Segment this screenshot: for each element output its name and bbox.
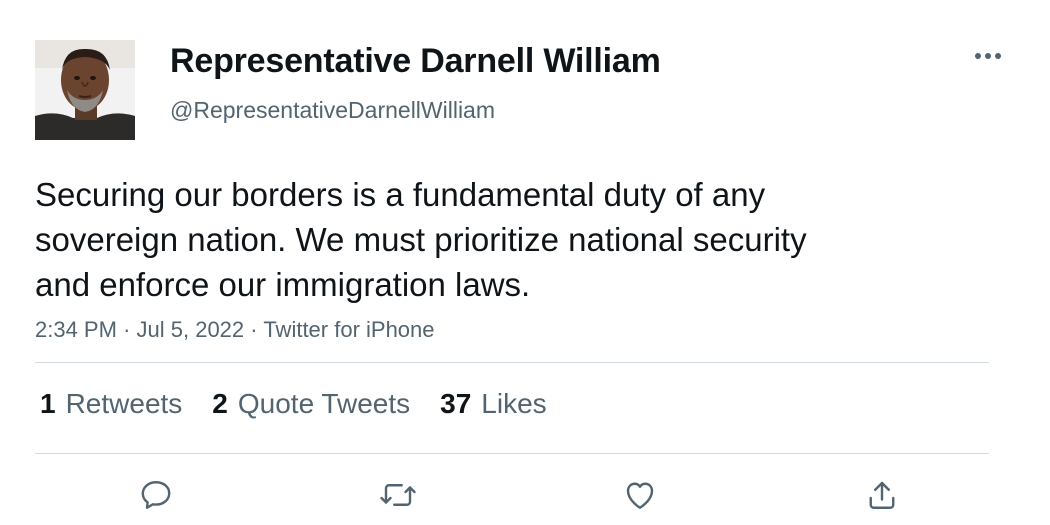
profile-photo-icon (35, 40, 135, 140)
quote-tweets-stat[interactable]: 2 Quote Tweets (212, 388, 410, 420)
likes-label: Likes (481, 388, 547, 419)
likes-stat[interactable]: 37 Likes (440, 388, 547, 420)
avatar[interactable] (35, 40, 135, 140)
share-button[interactable] (862, 476, 902, 514)
tweet-text: Securing our borders is a fundamental du… (35, 172, 935, 307)
more-options-button[interactable] (970, 42, 1006, 70)
more-icon (975, 53, 1001, 59)
tweet-text-line: Securing our borders is a fundamental du… (35, 176, 766, 213)
user-handle[interactable]: @RepresentativeDarnellWilliam (170, 97, 495, 124)
divider (35, 362, 989, 363)
likes-count: 37 (440, 388, 472, 419)
quote-tweets-label: Quote Tweets (237, 388, 411, 419)
tweet-metadata: 2:34 PM · Jul 5, 2022 · Twitter for iPho… (35, 317, 435, 343)
retweet-button[interactable] (378, 476, 418, 514)
tweet-text-line: and enforce our immigration laws. (35, 266, 531, 303)
like-button[interactable] (620, 476, 660, 514)
like-icon (626, 482, 654, 509)
retweets-label: Retweets (65, 388, 183, 419)
divider (35, 453, 989, 454)
tweet-text-line: sovereign nation. We must prioritize nat… (35, 221, 807, 258)
meta-separator: · (123, 317, 131, 342)
meta-separator: · (250, 317, 258, 342)
display-name[interactable]: Representative Darnell William (170, 42, 661, 81)
tweet-date[interactable]: Jul 5, 2022 (137, 317, 245, 342)
reply-icon (141, 481, 171, 509)
retweet-icon (380, 484, 416, 506)
quote-tweets-count: 2 (212, 388, 228, 419)
share-icon (869, 481, 895, 509)
tweet-stats: 1 Retweets 2 Quote Tweets 37 Likes (40, 388, 547, 420)
tweet-source[interactable]: Twitter for iPhone (263, 317, 434, 342)
retweets-count: 1 (40, 388, 56, 419)
tweet-time[interactable]: 2:34 PM (35, 317, 117, 342)
retweets-stat[interactable]: 1 Retweets (40, 388, 182, 420)
reply-button[interactable] (136, 476, 176, 514)
